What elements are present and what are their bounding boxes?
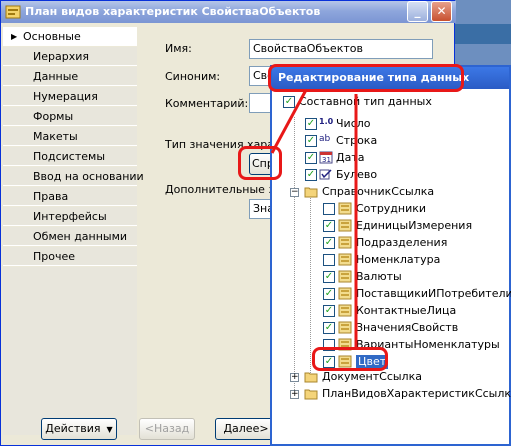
- annotation-arrows: [270, 89, 358, 349]
- annotation-arrow-line: [270, 89, 308, 154]
